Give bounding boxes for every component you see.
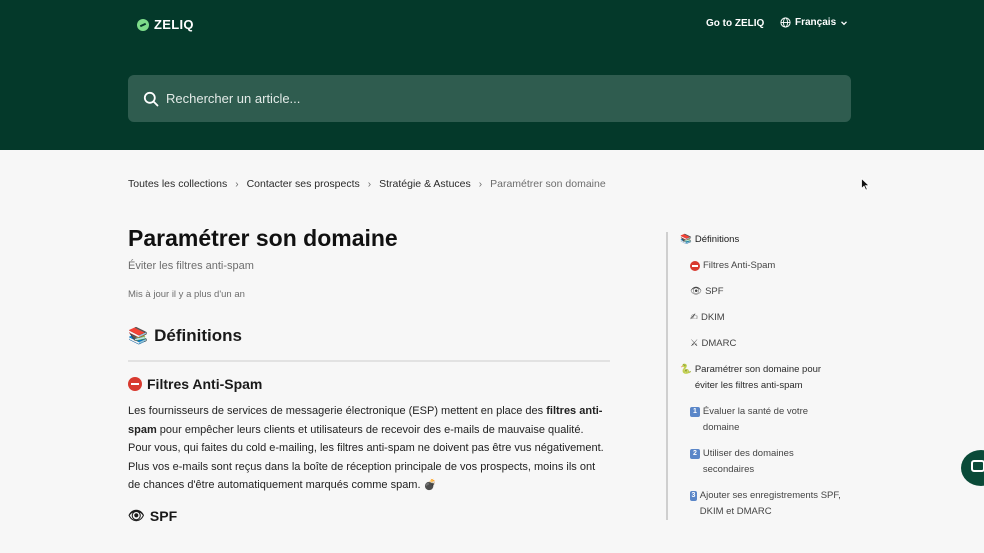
toc-item-add-records[interactable]: 3 Ajouter ses enregistrements SPF, DKIM … <box>680 488 846 520</box>
chat-bubble-icon <box>971 460 984 472</box>
crossed-swords-icon: ⚔ <box>690 338 699 349</box>
article-subtitle: Éviter les filtres anti-spam <box>128 260 254 272</box>
go-to-zeliq-link[interactable]: Go to ZELIQ <box>706 18 764 29</box>
toc-item-spam-filters[interactable]: Filtres Anti-Spam <box>680 258 846 274</box>
search-icon <box>143 91 159 106</box>
toc-item-secondary-domains[interactable]: 2 Utiliser des domaines secondaires <box>680 446 846 478</box>
toc-item-domain-health[interactable]: 1 Évaluer la santé de votre domaine <box>680 404 846 436</box>
zeliq-logo[interactable]: ZELIQ <box>137 17 194 32</box>
eye-icon: 👁 <box>690 286 703 297</box>
breadcrumb-separator: › <box>367 178 372 190</box>
breadcrumb-all-collections[interactable]: Toutes les collections <box>128 178 227 190</box>
logo-text: ZELIQ <box>154 17 194 32</box>
article-content: Paramétrer son domaine Éviter les filtre… <box>128 225 610 524</box>
site-header: ZELIQ Go to ZELIQ Français <box>0 0 984 150</box>
section-heading-definitions: 📚 Définitions <box>128 326 610 346</box>
no-entry-icon <box>128 377 142 391</box>
breadcrumb-strategy-tips[interactable]: Stratégie & Astuces <box>379 178 471 190</box>
writing-hand-icon: ✍ <box>690 312 698 323</box>
zeliq-logo-icon <box>137 18 149 31</box>
toc-item-definitions[interactable]: 📚 Définitions <box>680 232 846 248</box>
breadcrumb: Toutes les collections › Contacter ses p… <box>128 178 606 190</box>
number-three-icon: 3 <box>690 491 697 501</box>
eye-icon: 👁 <box>128 507 145 523</box>
chevron-down-icon <box>841 20 848 25</box>
number-one-icon: 1 <box>690 407 700 417</box>
section-heading-spf: 👁 SPF <box>128 508 610 524</box>
search-input[interactable] <box>166 91 766 106</box>
snake-icon: 🐍 <box>680 364 692 375</box>
books-icon: 📚 <box>680 234 692 245</box>
bomb-icon: 💣 <box>423 480 437 491</box>
toc-item-dmarc[interactable]: ⚔ DMARC <box>680 336 846 352</box>
mouse-cursor-icon <box>861 178 870 191</box>
breadcrumb-separator: › <box>478 178 483 190</box>
toc-item-dkim[interactable]: ✍ DKIM <box>680 310 846 326</box>
section-heading-spam-filters: Filtres Anti-Spam <box>128 376 610 392</box>
books-icon: 📚 <box>128 327 149 345</box>
toc-item-spf[interactable]: 👁 SPF <box>680 284 846 300</box>
page-title: Paramétrer son domaine <box>128 225 398 251</box>
article-search-bar[interactable] <box>128 75 851 122</box>
section-divider <box>128 360 610 362</box>
globe-icon <box>780 17 791 28</box>
no-entry-icon <box>690 261 700 271</box>
number-two-icon: 2 <box>690 449 700 459</box>
toc-item-configure-domain[interactable]: 🐍 Paramétrer son domaine pour éviter les… <box>680 362 846 394</box>
section-heading-text: Définitions <box>154 326 242 345</box>
table-of-contents: 📚 Définitions Filtres Anti-Spam 👁 SPF ✍ … <box>666 232 846 520</box>
last-updated: Mis à jour il y a plus d'un an <box>128 289 245 300</box>
paragraph-esp: Les fournisseurs de services de messager… <box>128 402 610 496</box>
chat-launcher-button[interactable] <box>961 450 984 486</box>
language-label: Français <box>795 17 837 28</box>
section-heading-text: SPF <box>149 507 178 524</box>
section-heading-text: Filtres Anti-Spam <box>147 376 263 392</box>
breadcrumb-separator: › <box>235 178 239 190</box>
breadcrumb-contact-prospects[interactable]: Contacter ses prospects <box>247 178 360 190</box>
breadcrumb-current-page: Paramétrer son domaine <box>490 178 606 190</box>
language-selector[interactable]: Français <box>780 17 848 28</box>
